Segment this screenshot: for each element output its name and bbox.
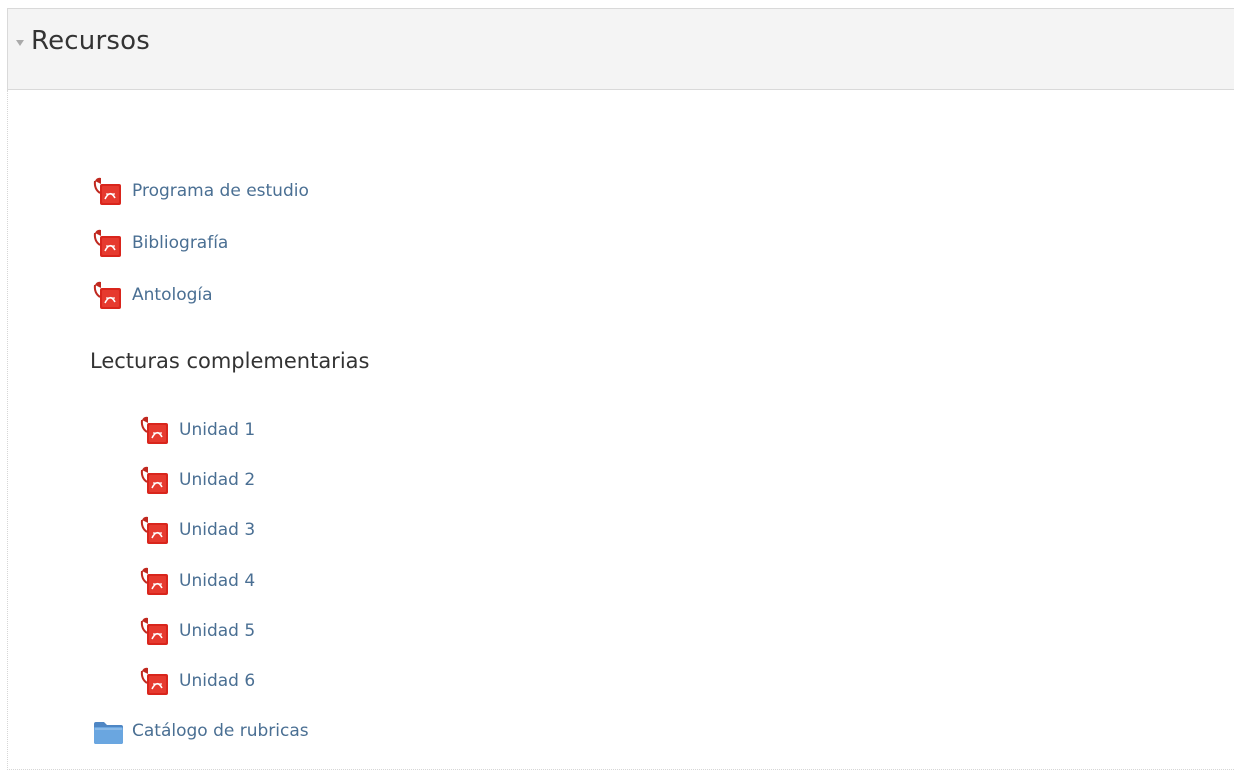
complementary-readings-heading: Lecturas complementarias: [90, 349, 370, 373]
folder-label[interactable]: Catálogo de rubricas: [132, 721, 309, 741]
resource-label[interactable]: Unidad 3: [179, 520, 255, 540]
resources-section: Recursos Programa de estudio Bibliografí…: [7, 8, 1234, 770]
resource-programa-de-estudio[interactable]: Programa de estudio: [92, 174, 309, 208]
resource-antologia[interactable]: Antología: [92, 278, 213, 312]
pdf-icon: [140, 516, 168, 544]
resource-unidad-2[interactable]: Unidad 2: [139, 463, 255, 497]
pdf-icon: [93, 177, 121, 205]
resource-label[interactable]: Bibliografía: [132, 233, 228, 253]
resource-unidad-5[interactable]: Unidad 5: [139, 614, 255, 648]
pdf-icon: [140, 617, 168, 645]
resource-label[interactable]: Unidad 4: [179, 571, 255, 591]
resource-label[interactable]: Unidad 5: [179, 621, 255, 641]
triangle-down-icon[interactable]: [16, 40, 24, 46]
pdf-icon: [140, 466, 168, 494]
resource-unidad-4[interactable]: Unidad 4: [139, 564, 255, 598]
resource-label[interactable]: Antología: [132, 285, 213, 305]
folder-icon: [94, 721, 123, 744]
section-content: Programa de estudio Bibliografía Antolog…: [7, 90, 1234, 770]
resource-bibliografia[interactable]: Bibliografía: [92, 226, 228, 260]
pdf-icon: [140, 567, 168, 595]
pdf-icon: [93, 229, 121, 257]
resource-unidad-6[interactable]: Unidad 6: [139, 664, 255, 698]
resource-label[interactable]: Unidad 6: [179, 671, 255, 691]
section-header[interactable]: Recursos: [7, 8, 1234, 90]
pdf-icon: [140, 667, 168, 695]
resource-label[interactable]: Unidad 2: [179, 470, 255, 490]
folder-catalogo-de-rubricas[interactable]: Catálogo de rubricas: [92, 714, 309, 748]
resource-unidad-3[interactable]: Unidad 3: [139, 513, 255, 547]
section-title[interactable]: Recursos: [31, 26, 150, 56]
pdf-icon: [140, 416, 168, 444]
pdf-icon: [93, 281, 121, 309]
resource-label[interactable]: Programa de estudio: [132, 181, 309, 201]
resource-unidad-1[interactable]: Unidad 1: [139, 413, 255, 447]
resource-label[interactable]: Unidad 1: [179, 420, 255, 440]
